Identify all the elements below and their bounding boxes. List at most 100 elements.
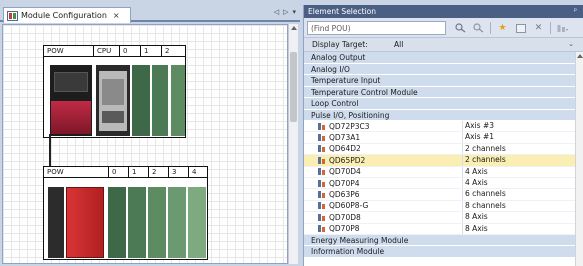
delete-icon[interactable]: ✕ <box>532 22 545 34</box>
module-icon <box>317 122 326 131</box>
io-module-slot-1[interactable] <box>152 65 168 136</box>
module-icon <box>317 156 326 165</box>
io-module-slot-2[interactable] <box>171 65 185 136</box>
module-icon <box>317 224 326 233</box>
ext-io-module-slot-4[interactable] <box>188 187 206 258</box>
display-target-select[interactable]: All ⌄ <box>390 39 576 51</box>
category-row[interactable]: Temperature Input <box>304 75 576 87</box>
pane-controls: ◁ ▷ ▾ <box>274 8 296 16</box>
tab-module-configuration[interactable]: Module Configuration × <box>3 7 131 23</box>
slot-label-pow: POW <box>44 46 94 56</box>
find-icon[interactable] <box>454 22 467 34</box>
module-icon <box>317 167 326 176</box>
display-target-label: Display Target: <box>312 40 368 49</box>
toolbar-separator <box>550 22 551 34</box>
power-module-cover <box>51 101 91 134</box>
category-row[interactable]: Energy Measuring Module <box>304 234 576 247</box>
ext-slot-label-pow: POW <box>44 167 109 177</box>
extension-base-unit[interactable]: POW 0 1 2 3 4 <box>43 166 208 260</box>
category-row[interactable]: Temperature Control Module <box>304 86 576 98</box>
module-icon <box>317 201 326 210</box>
toolbar-separator <box>490 22 491 34</box>
category-row[interactable]: Information Module <box>304 246 576 258</box>
display-icon[interactable] <box>556 22 569 34</box>
power-module-display <box>54 72 88 92</box>
chevron-down-icon[interactable]: ⌄ <box>568 39 574 50</box>
category-row[interactable]: Loop Control <box>304 98 576 110</box>
tab-list-dropdown-icon[interactable]: ▾ <box>292 8 296 16</box>
slot-label-0: 0 <box>120 46 141 56</box>
category-row[interactable]: Pulse I/O, Positioning <box>304 109 576 121</box>
module-item-row[interactable]: QD70D8 8 Axis <box>304 212 576 224</box>
element-selection-toolbar: ★ ✕ <box>304 18 583 38</box>
ext-io-module-slot-1[interactable] <box>128 187 146 258</box>
scroll-left-icon[interactable]: ◁ <box>274 8 279 16</box>
element-selection-pane: Element Selection ᵖ ★ ✕ Display Target: <box>303 5 583 266</box>
module-item-row[interactable]: QD70D4 4 Axis <box>304 166 576 178</box>
cpu-led-panel <box>102 79 124 105</box>
module-item-row[interactable]: QD70P8 8 Axis <box>304 223 576 235</box>
element-selection-title-bar: Element Selection ᵖ <box>304 5 583 18</box>
ext-io-module-slot-3[interactable] <box>168 187 186 258</box>
cpu-slot <box>102 111 124 123</box>
module-name: QD73A1 <box>329 133 361 143</box>
close-icon[interactable]: × <box>113 11 120 20</box>
favorites-star-icon[interactable]: ★ <box>496 22 509 34</box>
find-pou-input[interactable] <box>307 21 446 35</box>
main-base-unit[interactable]: POW CPU 0 1 2 <box>43 45 186 138</box>
toolbar-icons: ★ ✕ <box>454 21 569 35</box>
module-name: QD70D8 <box>329 212 361 222</box>
category-row[interactable]: Analog I/O <box>304 63 576 75</box>
main-base-slot-header: POW CPU 0 1 2 <box>44 46 185 57</box>
module-item-row[interactable]: QD63P6 6 channels <box>304 189 576 201</box>
module-icon <box>317 190 326 199</box>
category-row[interactable]: Analog Output <box>304 52 576 64</box>
module-name: QD70P4 <box>329 178 360 188</box>
module-name: QD63P6 <box>329 190 360 200</box>
configuration-canvas[interactable]: POW CPU 0 1 2 POW 0 1 2 3 4 <box>2 24 288 264</box>
ext-power-supply-module[interactable] <box>66 187 104 258</box>
module-item-row[interactable]: QD72P3C3 Axis #3 <box>304 121 576 133</box>
ext-slot-label-3: 3 <box>169 167 189 177</box>
cpu-module[interactable] <box>96 65 130 136</box>
element-list: Analog Output Analog I/O Temperature Input… <box>304 52 576 266</box>
module-item-row[interactable]: QD64D2 2 channels <box>304 143 576 156</box>
module-name: QD70D4 <box>329 167 361 177</box>
scrollbar-thumb[interactable] <box>290 52 297 122</box>
find-next-icon[interactable] <box>472 22 485 34</box>
scroll-up-icon[interactable] <box>577 54 583 58</box>
display-target-value: All <box>394 40 404 49</box>
module-description: Axis #1 <box>462 132 494 143</box>
pane-title: Element Selection <box>308 7 376 16</box>
io-module-slot-0[interactable] <box>132 65 150 136</box>
slot-label-2: 2 <box>165 47 170 55</box>
module-item-row[interactable]: QD60P8-G 8 channels <box>304 200 576 213</box>
element-list-scrollbar[interactable] <box>575 52 583 266</box>
module-icon <box>317 133 326 142</box>
ext-io-module-slot-0[interactable] <box>108 187 126 258</box>
module-item-row[interactable]: QD70P4 4 Axis <box>304 177 576 190</box>
tab-title: Module Configuration <box>21 11 107 20</box>
module-name: QD70P8 <box>329 224 360 234</box>
power-supply-module[interactable] <box>50 65 92 136</box>
module-icon[interactable] <box>514 22 527 34</box>
pin-icon[interactable]: ᵖ <box>574 5 577 18</box>
ext-slot-label-1: 1 <box>129 167 149 177</box>
ext-io-module-slot-2[interactable] <box>148 187 166 258</box>
module-description: Axis #3 <box>462 121 494 132</box>
module-description: 2 channels <box>462 143 506 155</box>
module-item-row[interactable]: QD73A1 Axis #1 <box>304 132 576 144</box>
ext-slot-label-4: 4 <box>192 168 197 176</box>
module-description: 4 Axis <box>462 177 488 189</box>
scroll-up-icon[interactable] <box>291 26 297 30</box>
module-icon <box>317 179 326 188</box>
display-target-row: Display Target: All ⌄ <box>304 38 583 52</box>
scroll-right-icon[interactable]: ▷ <box>283 8 288 16</box>
module-item-row-selected[interactable]: QD65PD2 2 channels <box>304 155 576 167</box>
module-name: QD72P3C3 <box>329 121 370 131</box>
module-configuration-pane: Module Configuration × ◁ ▷ ▾ POW CPU 0 1… <box>0 0 300 266</box>
slot-label-1: 1 <box>141 46 162 56</box>
module-name: QD64D2 <box>329 144 361 154</box>
canvas-vertical-scrollbar[interactable] <box>288 24 298 264</box>
module-description: 2 channels <box>462 155 506 166</box>
